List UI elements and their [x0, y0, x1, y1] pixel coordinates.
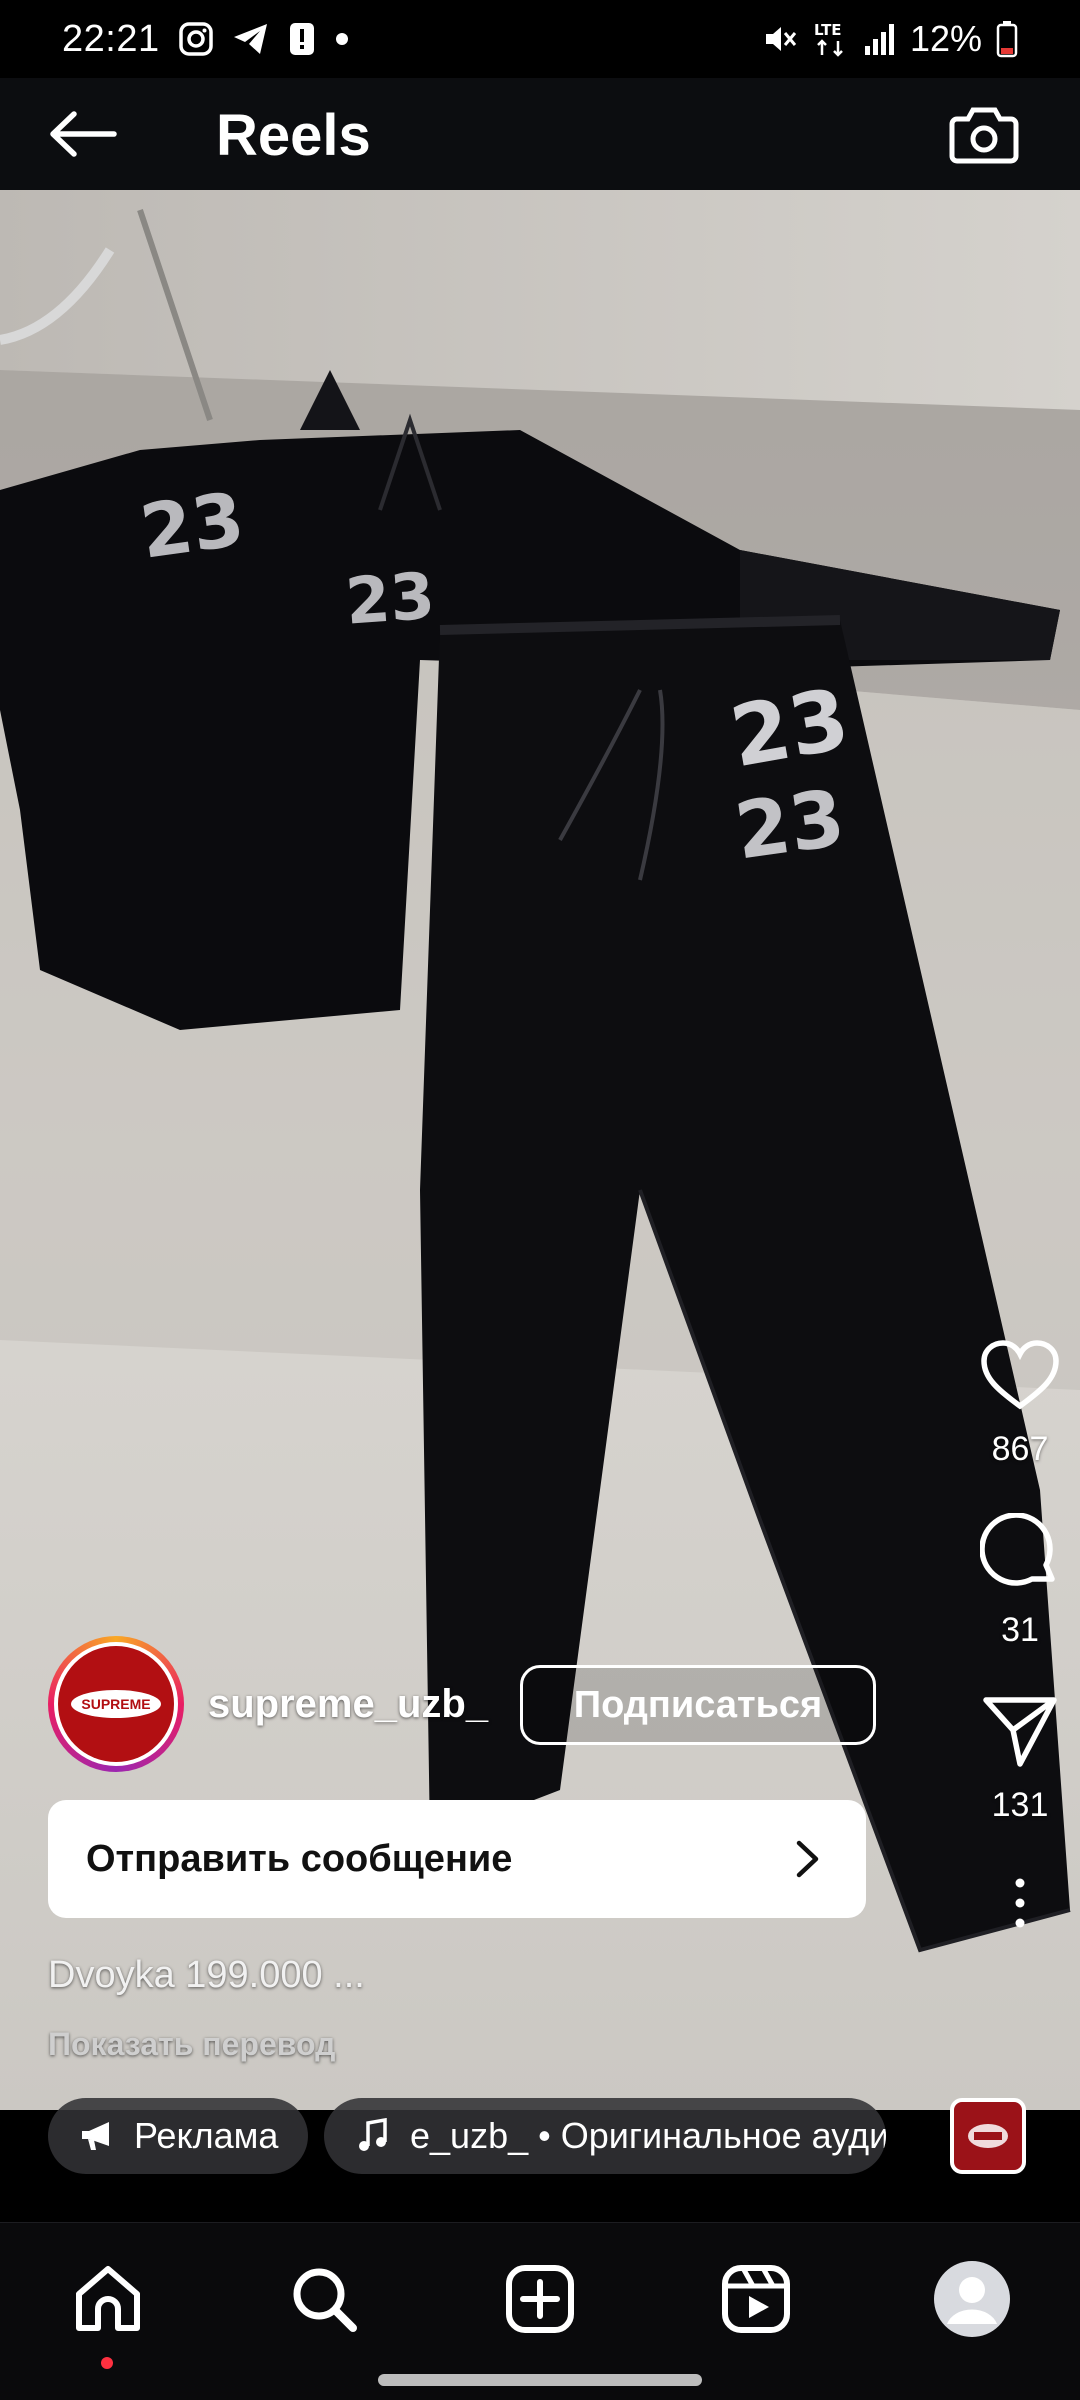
home-icon: [76, 2266, 140, 2331]
share-count: 131: [991, 1786, 1049, 1824]
camera-icon: [949, 107, 1019, 164]
like-count: 867: [991, 1430, 1049, 1468]
battery-percent: 12%: [909, 18, 982, 59]
nav-create[interactable]: [494, 2253, 586, 2345]
nav-home[interactable]: [62, 2253, 154, 2345]
comment-button[interactable]: 31: [970, 1513, 1070, 1650]
show-translation-link[interactable]: Показать перевод: [48, 2026, 335, 2063]
audio-label: e_uzb_ • Оригинальное ауди: [410, 2115, 886, 2156]
avatar[interactable]: SUPREME: [48, 1636, 184, 1772]
username[interactable]: supreme_uzb_: [208, 1682, 488, 1727]
sponsored-label: Реклама: [134, 2115, 279, 2156]
send-message-button[interactable]: Отправить сообщение: [48, 1800, 866, 1918]
comment-icon: [980, 1513, 1055, 1586]
status-bar: 22:21 LTE 12%: [0, 0, 1080, 78]
gesture-bar: [378, 2374, 702, 2386]
nav-profile[interactable]: [926, 2253, 1018, 2345]
jersey-number: 23: [724, 670, 856, 787]
dot-icon: [334, 31, 350, 47]
music-note-icon: [354, 2117, 392, 2155]
chevron-right-icon: [788, 1839, 828, 1879]
nav-reels[interactable]: [710, 2253, 802, 2345]
telegram-icon: [232, 22, 270, 56]
camera-button[interactable]: [948, 98, 1020, 170]
comment-count: 31: [1001, 1611, 1039, 1649]
page-title: Reels: [216, 103, 371, 168]
mute-icon: [762, 21, 798, 57]
status-left: 22:21: [62, 18, 350, 61]
audio-chip[interactable]: e_uzb_ • Оригинальное ауди: [324, 2098, 886, 2174]
reels-icon: [722, 2265, 790, 2333]
message-label: Отправить сообщение: [86, 1837, 513, 1880]
back-button[interactable]: [46, 104, 120, 164]
arrow-left-icon: [50, 111, 117, 157]
jersey-number: 23: [343, 560, 437, 640]
more-button[interactable]: [970, 1877, 1070, 1929]
audio-thumbnail[interactable]: [950, 2098, 1026, 2174]
reels-header: Reels: [0, 78, 1080, 190]
jersey-number: 23: [730, 773, 850, 877]
audio-avatar-icon: [968, 2124, 1008, 2148]
search-icon: [293, 2268, 357, 2332]
author-row: SUPREME supreme_uzb_: [48, 1636, 488, 1772]
nav-search[interactable]: [278, 2253, 370, 2345]
alert-icon: [288, 21, 316, 57]
heart-icon: [981, 1340, 1059, 1410]
create-icon: [506, 2265, 574, 2333]
caption[interactable]: Dvoyka 199.000 ...: [48, 1954, 365, 1997]
instagram-icon: [178, 21, 214, 57]
share-button[interactable]: 131: [970, 1694, 1070, 1825]
profile-icon: [934, 2261, 1010, 2337]
battery-icon: [996, 20, 1018, 58]
jersey-number: 23: [135, 476, 249, 575]
action-rail: 867 31 131: [960, 1340, 1080, 1929]
follow-button[interactable]: Подписаться: [520, 1665, 876, 1745]
megaphone-icon: [78, 2117, 116, 2155]
svg-text:LTE: LTE: [814, 21, 842, 39]
like-button[interactable]: 867: [970, 1340, 1070, 1469]
sponsored-chip[interactable]: Реклама: [48, 2098, 308, 2174]
lte-icon: LTE: [812, 19, 850, 59]
avatar-logo: SUPREME: [71, 1690, 161, 1718]
signal-icon: [864, 22, 896, 56]
notification-dot: [101, 2357, 113, 2369]
status-time: 22:21: [62, 17, 160, 60]
more-vertical-icon: [1015, 1878, 1025, 1928]
status-right: LTE 12%: [762, 18, 1018, 60]
send-icon: [983, 1697, 1057, 1767]
